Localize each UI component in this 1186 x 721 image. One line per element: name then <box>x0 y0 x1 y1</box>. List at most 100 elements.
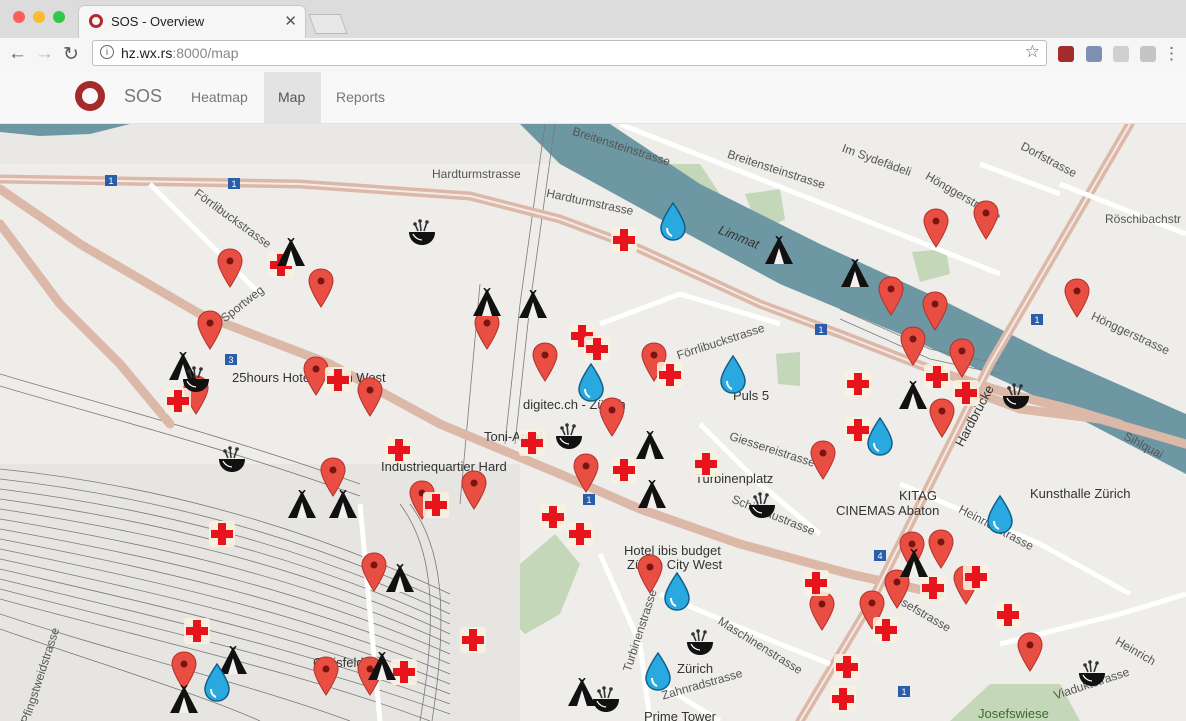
browser-tab[interactable]: SOS - Overview ✕ <box>78 5 306 38</box>
food-bowl-icon[interactable] <box>1077 659 1107 689</box>
food-bowl-icon[interactable] <box>747 491 777 521</box>
bookmark-star-icon[interactable]: ☆ <box>1025 42 1040 62</box>
address-bar[interactable]: i hz.wx.rs:8000/map ☆ <box>92 40 1047 66</box>
tab-close-icon[interactable]: ✕ <box>284 12 297 30</box>
water-drop-icon[interactable] <box>866 417 894 457</box>
close-window-button[interactable] <box>13 11 25 23</box>
map-pin-icon[interactable] <box>532 342 558 382</box>
map-pin-icon[interactable] <box>923 208 949 248</box>
tent-shelter-icon[interactable] <box>635 431 665 461</box>
medical-cross-icon[interactable] <box>423 492 449 518</box>
tent-shelter-icon[interactable] <box>367 652 397 682</box>
medical-cross-icon[interactable] <box>834 654 860 680</box>
new-tab-button[interactable] <box>308 14 348 34</box>
medical-cross-icon[interactable] <box>953 380 979 406</box>
eyedropper-extension-icon[interactable] <box>1086 46 1102 62</box>
css-extension-icon[interactable] <box>1140 46 1156 62</box>
tent-shelter-icon[interactable] <box>898 381 928 411</box>
map-pin-icon[interactable] <box>973 200 999 240</box>
nav-reports[interactable]: Reports <box>322 72 399 123</box>
map-pin-icon[interactable] <box>878 276 904 316</box>
info-icon[interactable]: i <box>100 45 114 59</box>
refresh-extension-icon[interactable] <box>1113 46 1129 62</box>
medical-cross-icon[interactable] <box>460 627 486 653</box>
medical-cross-icon[interactable] <box>693 451 719 477</box>
water-drop-icon[interactable] <box>719 355 747 395</box>
medical-cross-icon[interactable] <box>584 336 610 362</box>
map-pin-icon[interactable] <box>928 529 954 569</box>
map-pin-icon[interactable] <box>809 591 835 631</box>
water-drop-icon[interactable] <box>577 363 605 403</box>
nav-heatmap[interactable]: Heatmap <box>177 72 262 123</box>
back-arrow-icon[interactable]: ← <box>8 43 27 65</box>
medical-cross-icon[interactable] <box>830 686 856 712</box>
medical-cross-icon[interactable] <box>873 617 899 643</box>
map-pin-icon[interactable] <box>573 453 599 493</box>
medical-cross-icon[interactable] <box>803 570 829 596</box>
map-pin-icon[interactable] <box>900 326 926 366</box>
ublock-extension-icon[interactable] <box>1058 46 1074 62</box>
medical-cross-icon[interactable] <box>611 457 637 483</box>
medical-cross-icon[interactable] <box>325 367 351 393</box>
map-pin-icon[interactable] <box>637 554 663 594</box>
minimize-window-button[interactable] <box>33 11 45 23</box>
medical-cross-icon[interactable] <box>995 602 1021 628</box>
water-drop-icon[interactable] <box>986 495 1014 535</box>
tent-shelter-icon[interactable] <box>328 490 358 520</box>
map-pin-icon[interactable] <box>599 397 625 437</box>
browser-menu-icon[interactable]: ⋮ <box>1163 44 1180 64</box>
water-drop-icon[interactable] <box>644 652 672 692</box>
map-pin-icon[interactable] <box>308 268 334 308</box>
tent-shelter-icon[interactable] <box>169 685 199 715</box>
map-pin-icon[interactable] <box>1017 632 1043 672</box>
brand-name[interactable]: SOS <box>124 86 162 107</box>
map-pin-icon[interactable] <box>361 552 387 592</box>
tent-shelter-icon[interactable] <box>276 238 306 268</box>
food-bowl-icon[interactable] <box>407 218 437 248</box>
tent-shelter-icon[interactable] <box>764 236 794 266</box>
map-pin-icon[interactable] <box>1064 278 1090 318</box>
tent-shelter-icon[interactable] <box>385 564 415 594</box>
medical-cross-icon[interactable] <box>845 371 871 397</box>
map-pin-icon[interactable] <box>313 656 339 696</box>
tent-shelter-icon[interactable] <box>637 480 667 510</box>
medical-cross-icon[interactable] <box>386 437 412 463</box>
medical-cross-icon[interactable] <box>657 362 683 388</box>
maximize-window-button[interactable] <box>53 11 65 23</box>
tent-shelter-icon[interactable] <box>899 549 929 579</box>
medical-cross-icon[interactable] <box>540 504 566 530</box>
map-pin-icon[interactable] <box>217 248 243 288</box>
tent-shelter-icon[interactable] <box>472 288 502 318</box>
map-pin-icon[interactable] <box>949 338 975 378</box>
map-pin-icon[interactable] <box>929 398 955 438</box>
map-pin-icon[interactable] <box>461 470 487 510</box>
map-pin-icon[interactable] <box>357 377 383 417</box>
nav-map[interactable]: Map <box>264 72 321 123</box>
food-bowl-icon[interactable] <box>217 445 247 475</box>
tent-shelter-icon[interactable] <box>287 490 317 520</box>
map-pin-icon[interactable] <box>197 310 223 350</box>
medical-cross-icon[interactable] <box>963 564 989 590</box>
food-bowl-icon[interactable] <box>181 365 211 395</box>
medical-cross-icon[interactable] <box>567 521 593 547</box>
reload-icon[interactable]: ↻ <box>63 43 79 66</box>
forward-arrow-icon[interactable]: → <box>35 43 54 65</box>
map-pin-icon[interactable] <box>810 440 836 480</box>
food-bowl-icon[interactable] <box>1001 382 1031 412</box>
map-pin-icon[interactable] <box>922 291 948 331</box>
tent-shelter-icon[interactable] <box>840 259 870 289</box>
food-bowl-icon[interactable] <box>685 628 715 658</box>
water-drop-icon[interactable] <box>659 202 687 242</box>
lifebuoy-logo-icon[interactable] <box>75 81 105 111</box>
water-drop-icon[interactable] <box>203 663 231 703</box>
medical-cross-icon[interactable] <box>184 618 210 644</box>
medical-cross-icon[interactable] <box>519 430 545 456</box>
medical-cross-icon[interactable] <box>209 521 235 547</box>
route-shield: 4 <box>877 551 882 561</box>
medical-cross-icon[interactable] <box>611 227 637 253</box>
food-bowl-icon[interactable] <box>554 422 584 452</box>
tent-shelter-icon[interactable] <box>518 290 548 320</box>
food-bowl-icon[interactable] <box>591 685 621 715</box>
water-drop-icon[interactable] <box>663 572 691 612</box>
map-canvas[interactable]: 1 1 1 1 1 1 3 4 Breitensteinstrasse Brei… <box>0 124 1186 721</box>
